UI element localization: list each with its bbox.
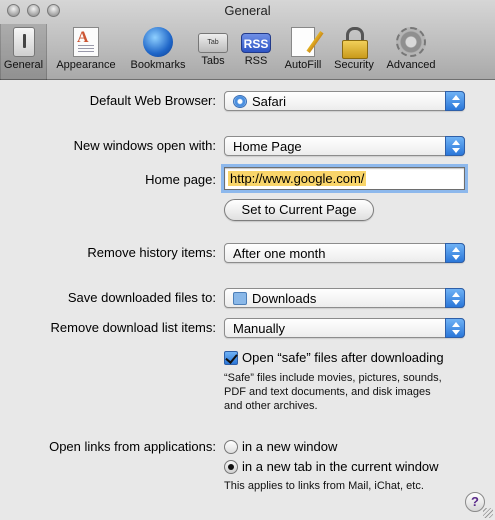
safe-files-note-2: PDF and text documents, and disk images [224, 386, 431, 398]
home-page-label: Home page: [145, 172, 216, 187]
remove-history-value: After one month [233, 246, 326, 261]
toolbar-appearance[interactable]: Appearance [53, 24, 119, 80]
remove-download-list-label: Remove download list items: [50, 320, 216, 335]
toolbar-bookmarks[interactable]: Bookmarks [125, 24, 191, 80]
toolbar-security[interactable]: Security [330, 24, 378, 80]
open-links-label: Open links from applications: [49, 439, 216, 454]
save-downloads-popup[interactable]: Downloads [224, 288, 465, 308]
home-page-field[interactable]: http://www.google.com/ [221, 164, 468, 193]
preferences-toolbar: General Appearance Bookmarks Tab Tabs RS… [0, 24, 495, 80]
toolbar-tabs-label: Tabs [201, 55, 225, 67]
gear-icon [396, 27, 426, 57]
toolbar-appearance-label: Appearance [56, 59, 116, 71]
rss-icon: RSS [241, 33, 271, 53]
new-window-radio-label: in a new window [242, 439, 338, 454]
save-downloads-value: Downloads [252, 291, 317, 306]
new-tab-radio[interactable] [224, 460, 238, 474]
toolbar-autofill-label: AutoFill [284, 59, 322, 71]
save-downloads-label: Save downloaded files to: [67, 290, 216, 305]
resize-grip-icon[interactable] [483, 508, 493, 518]
open-links-note: This applies to links from Mail, iChat, … [224, 480, 424, 492]
toolbar-autofill[interactable]: AutoFill [279, 24, 327, 80]
toolbar-rss[interactable]: RSS RSS [238, 24, 274, 80]
help-button[interactable]: ? [465, 492, 485, 512]
toolbar-bookmarks-label: Bookmarks [130, 59, 186, 71]
popup-arrows-icon [445, 136, 465, 156]
toolbar-advanced[interactable]: Advanced [382, 24, 440, 80]
folder-icon [233, 292, 247, 305]
toolbar-general-label: General [3, 59, 44, 71]
remove-history-popup[interactable]: After one month [224, 243, 465, 263]
popup-arrows-icon [445, 243, 465, 263]
remove-history-label: Remove history items: [87, 245, 216, 260]
toolbar-general[interactable]: General [0, 24, 47, 80]
home-page-value: http://www.google.com/ [228, 171, 367, 186]
set-to-current-page-button[interactable]: Set to Current Page [224, 199, 374, 221]
lock-icon [341, 27, 368, 59]
popup-arrows-icon [445, 288, 465, 308]
default-browser-value: Safari [252, 94, 286, 109]
toolbar-security-label: Security [334, 59, 374, 71]
safe-files-note-3: and other archives. [224, 400, 318, 412]
compass-icon [233, 95, 247, 108]
popup-arrows-icon [445, 318, 465, 338]
remove-download-list-value: Manually [233, 321, 286, 336]
tab-icon: Tab [198, 33, 228, 53]
toolbar-tabs[interactable]: Tab Tabs [195, 24, 231, 80]
open-safe-files-checkbox[interactable] [224, 351, 238, 365]
new-windows-popup[interactable]: Home Page [224, 136, 465, 156]
globe-icon [143, 27, 173, 57]
window-titlebar-toolbar: General General Appearance Bookmarks Tab… [0, 0, 495, 80]
toolbar-advanced-label: Advanced [386, 59, 436, 71]
new-windows-label: New windows open with: [73, 138, 216, 153]
safe-files-note-1: “Safe” files include movies, pictures, s… [224, 372, 442, 384]
window-title: General [224, 3, 271, 18]
new-tab-radio-label: in a new tab in the current window [242, 459, 439, 474]
switch-icon [12, 27, 35, 57]
remove-download-list-popup[interactable]: Manually [224, 318, 465, 338]
new-windows-value: Home Page [233, 139, 302, 154]
open-safe-files-label: Open “safe” files after downloading [242, 350, 444, 365]
new-window-radio[interactable] [224, 440, 238, 454]
pencil-page-icon [291, 27, 315, 57]
default-browser-label: Default Web Browser: [89, 93, 216, 108]
toolbar-rss-label: RSS [244, 55, 268, 67]
font-page-icon [73, 27, 99, 57]
default-browser-popup[interactable]: Safari [224, 91, 465, 111]
popup-arrows-icon [445, 91, 465, 111]
